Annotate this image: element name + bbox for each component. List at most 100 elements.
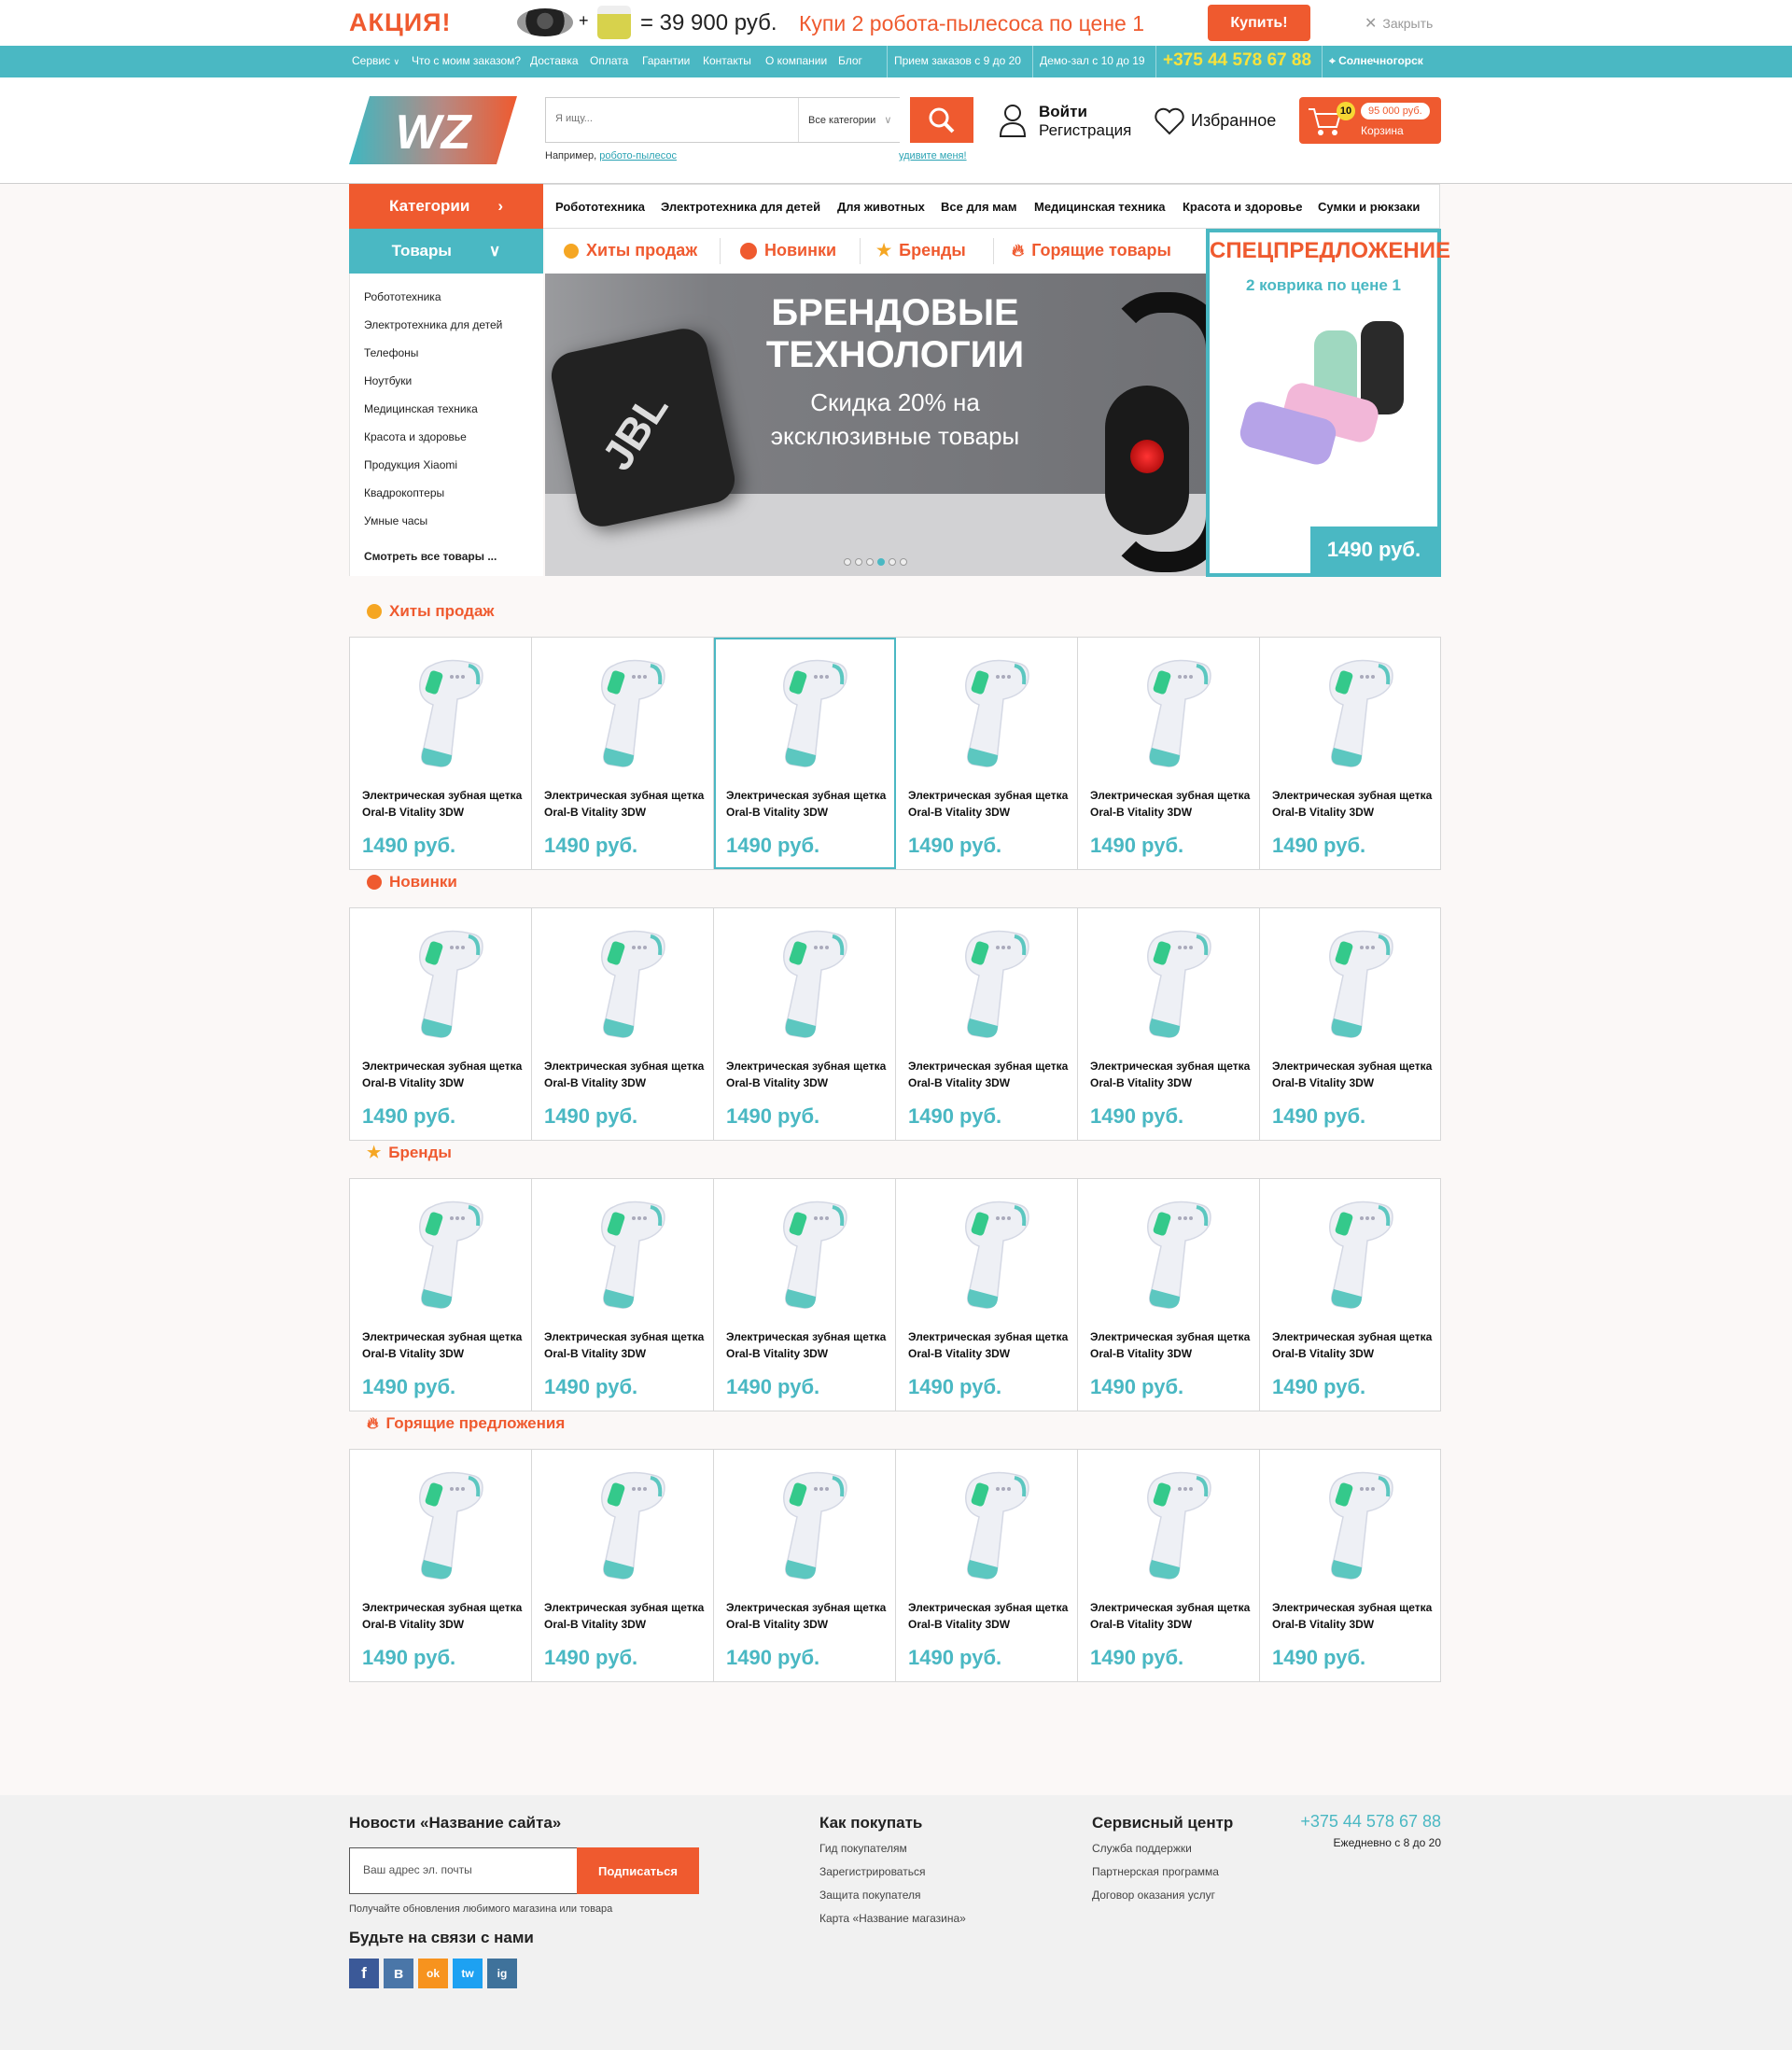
product-card[interactable]: Электрическая зубная щетка Oral-B Vitalit… — [1260, 638, 1440, 869]
footer-phone[interactable]: +375 44 578 67 88 — [1300, 1812, 1441, 1832]
product-card[interactable]: Электрическая зубная щетка Oral-B Vitalit… — [896, 1179, 1078, 1411]
product-card[interactable]: Электрическая зубная щетка Oral-B Vitalit… — [896, 1450, 1078, 1681]
category-bags[interactable]: Сумки и рюкзаки — [1318, 200, 1420, 214]
topnav-service[interactable]: Сервис ∨ — [352, 54, 399, 67]
topnav-blog[interactable]: Блог — [838, 54, 862, 67]
product-card[interactable]: Электрическая зубная щетка Oral-B Vitalit… — [1260, 908, 1440, 1140]
product-card[interactable]: Электрическая зубная щетка Oral-B Vitalit… — [714, 1450, 896, 1681]
promo-close-button[interactable]: ✕ Закрыть — [1365, 14, 1433, 33]
carousel-dot[interactable] — [900, 558, 907, 566]
subscribe-button[interactable]: Подписаться — [577, 1847, 699, 1894]
section-title[interactable]: ★ Бренды — [367, 1144, 452, 1162]
search-input[interactable] — [555, 113, 779, 124]
surprise-link[interactable]: удивите меня! — [899, 150, 967, 161]
topnav-payment[interactable]: Оплата — [590, 54, 628, 67]
footer-link-register[interactable]: Зарегистрироваться — [819, 1865, 925, 1878]
carousel-dot[interactable] — [889, 558, 896, 566]
goods-button[interactable]: Товары ∨ — [349, 229, 543, 274]
sidebar-item-medical[interactable]: Медицинская техника — [364, 402, 478, 415]
city-selector[interactable]: ⌖ Солнечногорск — [1329, 54, 1423, 68]
topnav-delivery[interactable]: Доставка — [530, 54, 579, 67]
carousel-dot[interactable] — [866, 558, 874, 566]
sidebar-item-drones[interactable]: Квадрокоптеры — [364, 486, 444, 499]
cart-label: Корзина — [1361, 124, 1404, 137]
search-button[interactable] — [910, 97, 973, 143]
category-beauty[interactable]: Красота и здоровье — [1183, 200, 1303, 214]
promo-buy-button[interactable]: Купить! — [1208, 5, 1310, 41]
sidebar-item-robotics[interactable]: Робототехника — [364, 290, 441, 303]
tab-brands[interactable]: ★ Бренды — [876, 241, 966, 260]
carousel-dot[interactable] — [844, 558, 851, 566]
instagram-icon[interactable]: ig — [487, 1959, 517, 1988]
hero-banner[interactable]: JBL БРЕНДОВЫЕ ТЕХНОЛОГИИ Скидка 20% на экс… — [545, 274, 1206, 576]
product-card[interactable]: Электрическая зубная щетка Oral-B Vitalit… — [714, 1179, 896, 1411]
product-card[interactable]: Электрическая зубная щетка Oral-B Vitalit… — [896, 908, 1078, 1140]
register-link[interactable]: Регистрация — [1039, 121, 1131, 140]
product-card[interactable]: Электрическая зубная щетка Oral-B Vitalit… — [350, 1450, 532, 1681]
sidebar-item-kids-electronics[interactable]: Электротехника для детей — [364, 318, 502, 331]
footer-link-guide[interactable]: Гид покупателям — [819, 1842, 907, 1855]
sidebar-all-link[interactable]: Смотреть все товары ... — [364, 550, 497, 563]
topnav-about[interactable]: О компании — [765, 54, 827, 67]
tab-hot[interactable]: 🔥︎ Горящие товары — [1012, 241, 1171, 260]
logo[interactable]: WZ — [349, 96, 517, 164]
vk-icon[interactable]: в — [384, 1959, 413, 1988]
section-title[interactable]: Хиты продаж — [367, 602, 494, 621]
category-moms[interactable]: Все для мам — [941, 200, 1016, 214]
category-medical[interactable]: Медицинская техника — [1034, 200, 1166, 214]
product-name-line1: Электрическая зубная щетка — [544, 1060, 705, 1073]
hint-link[interactable]: робото-пылесос — [599, 150, 677, 161]
sidebar-item-phones[interactable]: Телефоны — [364, 346, 418, 359]
carousel-dot[interactable] — [877, 558, 885, 566]
category-robotics[interactable]: Робототехника — [555, 200, 645, 214]
topnav-order-status[interactable]: Что с моим заказом? — [412, 54, 521, 67]
product-card[interactable]: Электрическая зубная щетка Oral-B Vitalit… — [350, 908, 532, 1140]
footer-link-contract[interactable]: Договор оказания услуг — [1092, 1889, 1215, 1902]
product-card[interactable]: Электрическая зубная щетка Oral-B Vitalit… — [532, 638, 714, 869]
product-card[interactable]: Электрическая зубная щетка Oral-B Vitalit… — [1260, 1450, 1440, 1681]
category-kids-electronics[interactable]: Электротехника для детей — [661, 200, 820, 214]
footer-link-partners[interactable]: Партнерская программа — [1092, 1865, 1219, 1878]
footer-link-support[interactable]: Служба поддержки — [1092, 1842, 1192, 1855]
product-card[interactable]: Электрическая зубная щетка Oral-B Vitalit… — [896, 638, 1078, 869]
product-card[interactable]: Электрическая зубная щетка Oral-B Vitalit… — [1260, 1179, 1440, 1411]
category-pets[interactable]: Для животных — [837, 200, 925, 214]
product-price: 1490 руб. — [1090, 1646, 1184, 1669]
product-card[interactable]: Электрическая зубная щетка Oral-B Vitalit… — [532, 1179, 714, 1411]
twitter-icon[interactable]: tw — [453, 1959, 483, 1988]
favorites-link[interactable]: Избранное — [1191, 111, 1276, 131]
sidebar-item-beauty[interactable]: Красота и здоровье — [364, 430, 467, 443]
product-card[interactable]: Электрическая зубная щетка Oral-B Vitalit… — [1078, 638, 1260, 869]
product-card[interactable]: Электрическая зубная щетка Oral-B Vitalit… — [350, 638, 532, 869]
odnoklassniki-icon[interactable]: ok — [418, 1959, 448, 1988]
tab-hits[interactable]: Хиты продаж — [564, 241, 697, 260]
section-title[interactable]: 🔥︎ Горящие предложения — [367, 1414, 565, 1433]
footer-link-map[interactable]: Карта «Название магазина» — [819, 1912, 966, 1925]
sidebar-item-smartwatch[interactable]: Умные часы — [364, 514, 427, 527]
section-title[interactable]: Новинки — [367, 873, 457, 892]
product-card[interactable]: Электрическая зубная щетка Oral-B Vitalit… — [1078, 908, 1260, 1140]
search-category-select[interactable]: Все категории ∨ — [798, 98, 901, 142]
login-link[interactable]: Войти — [1039, 103, 1087, 121]
topnav-phone[interactable]: +375 44 578 67 88 — [1163, 50, 1311, 71]
sidebar-item-laptops[interactable]: Ноутбуки — [364, 374, 412, 387]
product-card[interactable]: Электрическая зубная щетка Oral-B Vitalit… — [714, 908, 896, 1140]
product-card[interactable]: Электрическая зубная щетка Oral-B Vitalit… — [532, 908, 714, 1140]
heart-icon[interactable] — [1154, 107, 1185, 135]
tab-new[interactable]: Новинки — [740, 241, 836, 260]
product-card[interactable]: Электрическая зубная щетка Oral-B Vitalit… — [714, 638, 896, 869]
sidebar-item-xiaomi[interactable]: Продукция Xiaomi — [364, 458, 457, 471]
topnav-contacts[interactable]: Контакты — [703, 54, 751, 67]
product-card[interactable]: Электрическая зубная щетка Oral-B Vitalit… — [532, 1450, 714, 1681]
facebook-icon[interactable]: f — [349, 1959, 379, 1988]
product-card[interactable]: Электрическая зубная щетка Oral-B Vitalit… — [350, 1179, 532, 1411]
email-field[interactable]: Ваш адрес эл. почты — [349, 1847, 578, 1894]
special-offer[interactable]: СПЕЦПРЕДЛОЖЕНИЕ 2 коврика по цене 1 1490… — [1206, 229, 1450, 577]
product-name-line1: Электрическая зубная щетка — [908, 1601, 1069, 1614]
categories-button[interactable]: Категории › — [349, 184, 543, 229]
footer-link-protection[interactable]: Защита покупателя — [819, 1889, 920, 1902]
product-card[interactable]: Электрическая зубная щетка Oral-B Vitalit… — [1078, 1450, 1260, 1681]
carousel-dot[interactable] — [855, 558, 862, 566]
product-card[interactable]: Электрическая зубная щетка Oral-B Vitalit… — [1078, 1179, 1260, 1411]
topnav-guarantees[interactable]: Гарантии — [642, 54, 690, 67]
